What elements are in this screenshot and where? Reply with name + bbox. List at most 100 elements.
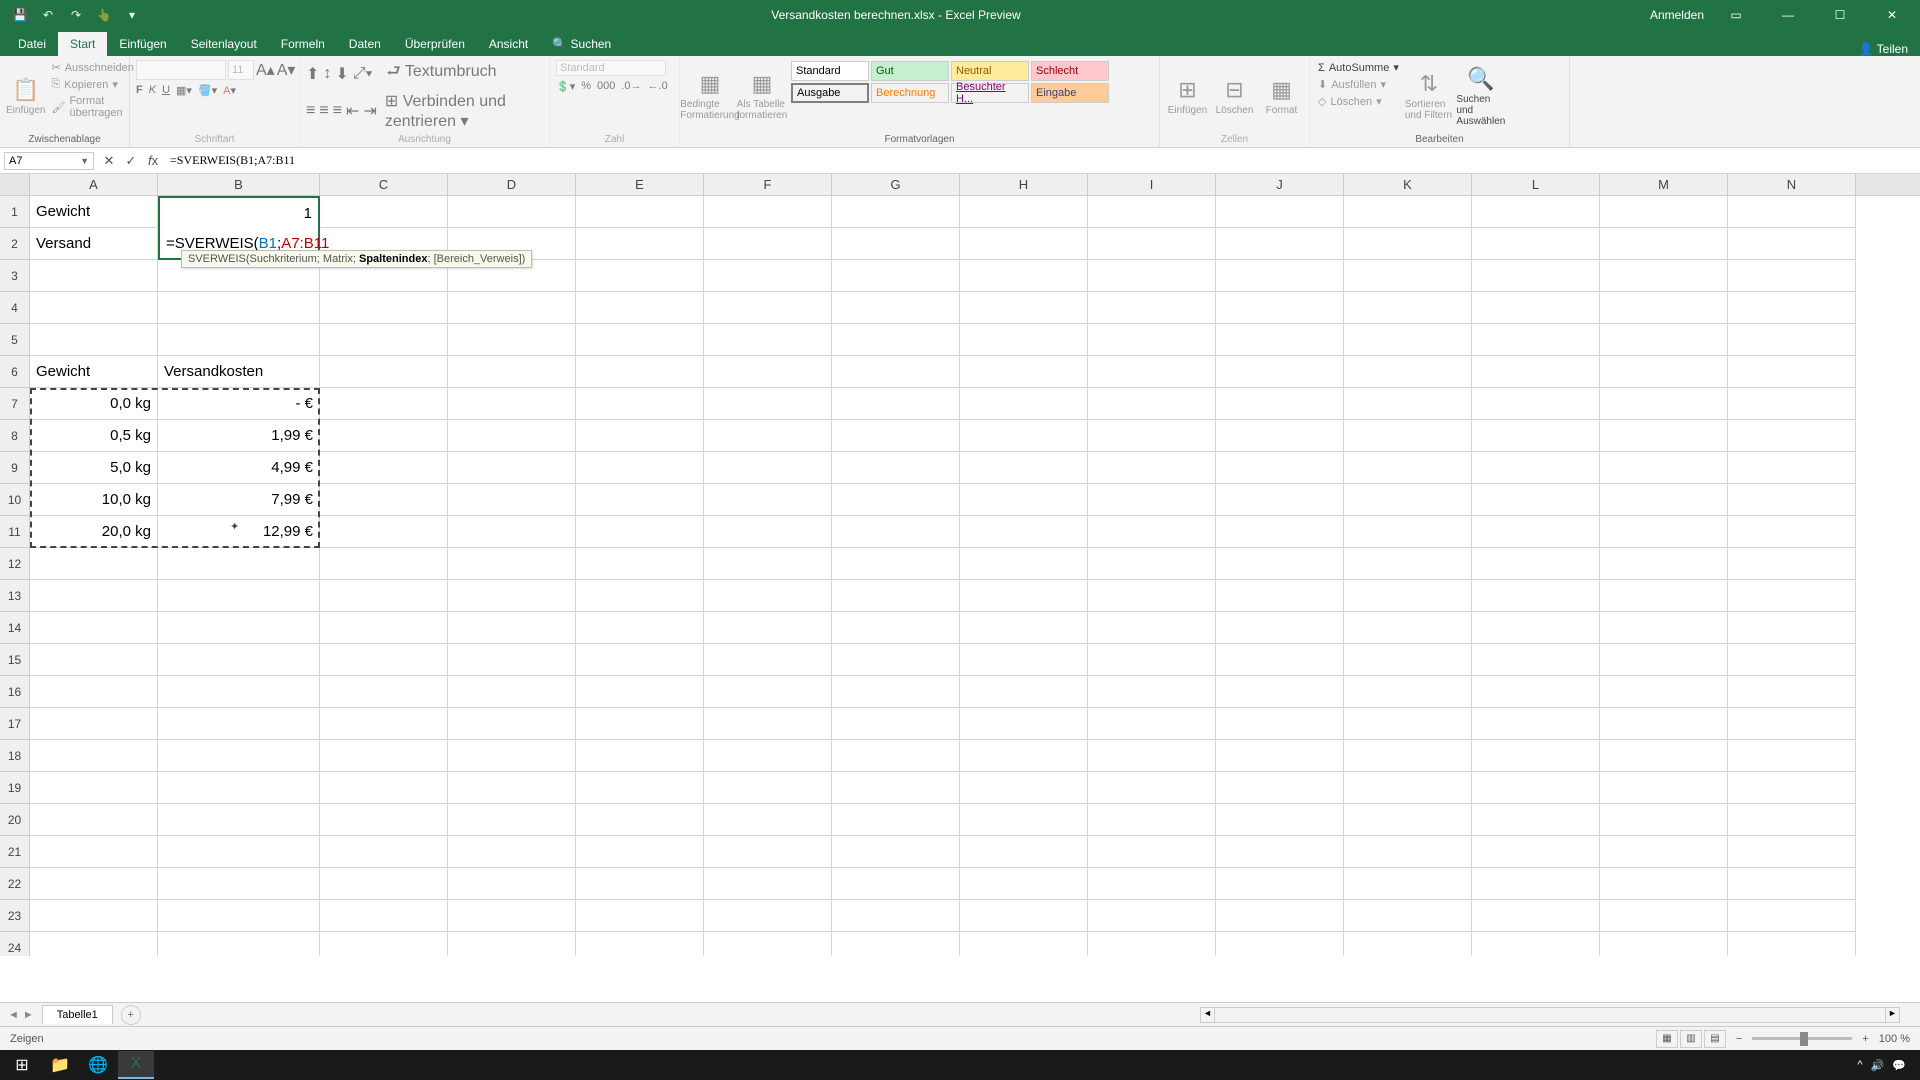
excel-taskbar-icon[interactable]: X (118, 1051, 154, 1079)
cell-E20[interactable] (576, 804, 704, 836)
indent-increase-icon[interactable]: ⇥ (363, 101, 376, 121)
tab-formeln[interactable]: Formeln (269, 32, 337, 56)
row-header-8[interactable]: 8 (0, 420, 30, 452)
cell-E3[interactable] (576, 260, 704, 292)
tab-ansicht[interactable]: Ansicht (477, 32, 540, 56)
increase-decimal-icon[interactable]: .0→ (621, 80, 641, 93)
cell-B12[interactable] (158, 548, 320, 580)
cell-K2[interactable] (1344, 228, 1472, 260)
cell-N8[interactable] (1728, 420, 1856, 452)
cell-K12[interactable] (1344, 548, 1472, 580)
cell-J17[interactable] (1216, 708, 1344, 740)
fill-button[interactable]: ⬇ Ausfüllen ▾ (1316, 77, 1401, 92)
cell-A23[interactable] (30, 900, 158, 932)
autosum-button[interactable]: Σ AutoSumme ▾ (1316, 60, 1401, 75)
cell-H5[interactable] (960, 324, 1088, 356)
cell-G1[interactable] (832, 196, 960, 228)
cell-C21[interactable] (320, 836, 448, 868)
cell-J21[interactable] (1216, 836, 1344, 868)
cell-I18[interactable] (1088, 740, 1216, 772)
cell-M24[interactable] (1600, 932, 1728, 956)
cell-style-neutral[interactable]: Neutral (951, 61, 1029, 81)
format-cells-button[interactable]: ▦Format (1260, 60, 1303, 132)
cell-F2[interactable] (704, 228, 832, 260)
cell-L3[interactable] (1472, 260, 1600, 292)
percent-icon[interactable]: % (581, 80, 591, 93)
row-header-22[interactable]: 22 (0, 868, 30, 900)
minimize-button[interactable]: — (1768, 0, 1808, 30)
bold-button[interactable]: F (136, 84, 143, 97)
cell-N23[interactable] (1728, 900, 1856, 932)
align-right-icon[interactable]: ≡ (333, 102, 342, 120)
cell-M11[interactable] (1600, 516, 1728, 548)
font-family-select[interactable] (136, 60, 226, 80)
cell-N22[interactable] (1728, 868, 1856, 900)
cell-K13[interactable] (1344, 580, 1472, 612)
format-as-table-button[interactable]: ▦Als Tabelle formatieren (738, 60, 786, 132)
cell-B15[interactable] (158, 644, 320, 676)
align-left-icon[interactable]: ≡ (306, 102, 315, 120)
cell-L15[interactable] (1472, 644, 1600, 676)
italic-button[interactable]: K (149, 84, 156, 97)
row-header-19[interactable]: 19 (0, 772, 30, 804)
cell-D18[interactable] (448, 740, 576, 772)
cell-G11[interactable] (832, 516, 960, 548)
cell-J3[interactable] (1216, 260, 1344, 292)
cell-H1[interactable] (960, 196, 1088, 228)
cell-E16[interactable] (576, 676, 704, 708)
font-color-button[interactable]: A▾ (223, 84, 236, 97)
cell-K5[interactable] (1344, 324, 1472, 356)
cell-D20[interactable] (448, 804, 576, 836)
cell-D13[interactable] (448, 580, 576, 612)
cell-B9[interactable]: 4,99 € (158, 452, 320, 484)
row-header-3[interactable]: 3 (0, 260, 30, 292)
cell-H11[interactable] (960, 516, 1088, 548)
name-box[interactable]: A7 ▼ (4, 152, 94, 170)
cell-I11[interactable] (1088, 516, 1216, 548)
row-header-1[interactable]: 1 (0, 196, 30, 228)
cell-C18[interactable] (320, 740, 448, 772)
cell-F22[interactable] (704, 868, 832, 900)
cell-J9[interactable] (1216, 452, 1344, 484)
cell-F13[interactable] (704, 580, 832, 612)
cell-N3[interactable] (1728, 260, 1856, 292)
column-header-J[interactable]: J (1216, 174, 1344, 195)
cell-E8[interactable] (576, 420, 704, 452)
cell-M13[interactable] (1600, 580, 1728, 612)
row-header-4[interactable]: 4 (0, 292, 30, 324)
paste-button[interactable]: 📋 Einfügen (6, 60, 45, 132)
cell-C9[interactable] (320, 452, 448, 484)
cell-A7[interactable]: 0,0 kg (30, 388, 158, 420)
column-header-E[interactable]: E (576, 174, 704, 195)
cell-J1[interactable] (1216, 196, 1344, 228)
cell-N11[interactable] (1728, 516, 1856, 548)
cell-E22[interactable] (576, 868, 704, 900)
cell-G7[interactable] (832, 388, 960, 420)
cell-F19[interactable] (704, 772, 832, 804)
tab-suchen[interactable]: 🔍 Suchen (540, 32, 623, 56)
row-header-11[interactable]: 11 (0, 516, 30, 548)
cell-A1[interactable]: Gewicht (30, 196, 158, 228)
cell-B6[interactable]: Versandkosten (158, 356, 320, 388)
cell-E4[interactable] (576, 292, 704, 324)
cell-J8[interactable] (1216, 420, 1344, 452)
cell-C19[interactable] (320, 772, 448, 804)
cell-A16[interactable] (30, 676, 158, 708)
cell-H22[interactable] (960, 868, 1088, 900)
cell-C8[interactable] (320, 420, 448, 452)
tab-datei[interactable]: Datei (6, 32, 58, 56)
cell-F10[interactable] (704, 484, 832, 516)
cell-A3[interactable] (30, 260, 158, 292)
cell-K7[interactable] (1344, 388, 1472, 420)
cell-C14[interactable] (320, 612, 448, 644)
qat-customize-icon[interactable]: ▾ (122, 5, 142, 25)
cell-G12[interactable] (832, 548, 960, 580)
cell-C20[interactable] (320, 804, 448, 836)
cell-H13[interactable] (960, 580, 1088, 612)
cell-L14[interactable] (1472, 612, 1600, 644)
cell-I5[interactable] (1088, 324, 1216, 356)
cell-N20[interactable] (1728, 804, 1856, 836)
cell-style-eingabe[interactable]: Eingabe (1031, 83, 1109, 103)
cell-M19[interactable] (1600, 772, 1728, 804)
cell-K22[interactable] (1344, 868, 1472, 900)
